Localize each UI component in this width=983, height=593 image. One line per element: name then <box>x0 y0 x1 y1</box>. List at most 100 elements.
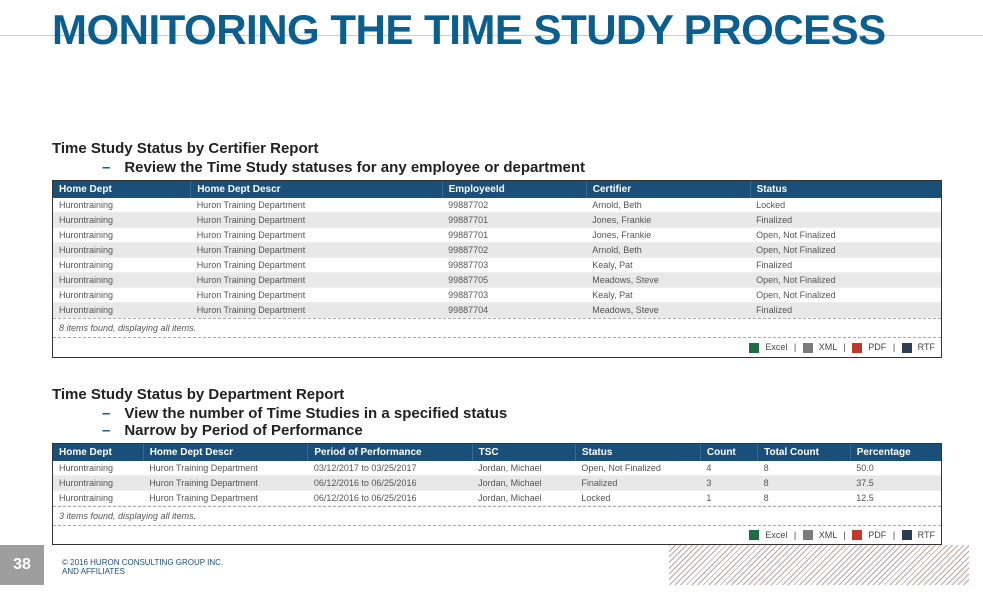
table-cell: Huron Training Department <box>191 198 442 213</box>
table-cell: Finalized <box>750 258 941 273</box>
table-cell: 12.5 <box>850 490 941 505</box>
th: Status <box>750 181 941 198</box>
section1-header: Time Study Status by Certifier Report <box>52 140 942 157</box>
table-cell: Finalized <box>750 213 941 228</box>
sep: | <box>893 530 898 540</box>
rtf-icon[interactable] <box>902 530 912 540</box>
section2-bullet2: – Narrow by Period of Performance <box>102 422 942 439</box>
table-cell: Hurontraining <box>53 213 191 228</box>
table-cell: 99887701 <box>442 213 586 228</box>
table-cell: 1 <box>700 490 757 505</box>
sep: | <box>893 342 898 352</box>
table-cell: Locked <box>575 490 700 505</box>
table-cell: Hurontraining <box>53 475 143 490</box>
rtf-link[interactable]: RTF <box>918 530 935 540</box>
table-row: HurontrainingHuron Training Department99… <box>53 258 941 273</box>
table-cell: 99887704 <box>442 303 586 318</box>
report1-table: Home Dept Home Dept Descr EmployeeId Cer… <box>53 181 941 318</box>
table-cell: Jordan, Michael <box>472 461 575 476</box>
section1-bullet-text: Review the Time Study statuses for any e… <box>124 159 585 176</box>
report1-box: Home Dept Home Dept Descr EmployeeId Cer… <box>52 180 942 358</box>
table-cell: Hurontraining <box>53 490 143 505</box>
sep: | <box>843 342 848 352</box>
xml-link[interactable]: XML <box>819 530 837 540</box>
table-row: HurontrainingHuron Training Department99… <box>53 213 941 228</box>
table-cell: 4 <box>700 461 757 476</box>
table-cell: Hurontraining <box>53 258 191 273</box>
sep: | <box>843 530 848 540</box>
pdf-link[interactable]: PDF <box>868 530 886 540</box>
table-cell: Huron Training Department <box>191 213 442 228</box>
sep: | <box>794 530 799 540</box>
table-cell: Open, Not Finalized <box>750 243 941 258</box>
table-cell: Jones, Frankie <box>586 213 750 228</box>
th: Certifier <box>586 181 750 198</box>
table-cell: Finalized <box>575 475 700 490</box>
table-cell: 03/12/2017 to 03/25/2017 <box>308 461 472 476</box>
table-row: HurontrainingHuron Training Department99… <box>53 198 941 213</box>
table-cell: Meadows, Steve <box>586 303 750 318</box>
excel-link[interactable]: Excel <box>765 530 787 540</box>
section2-bullet1-text: View the number of Time Studies in a spe… <box>124 405 507 422</box>
table-row: HurontrainingHuron Training Department99… <box>53 243 941 258</box>
table-row: HurontrainingHuron Training Department99… <box>53 273 941 288</box>
table-row: HurontrainingHuron Training Department99… <box>53 228 941 243</box>
table-row: HurontrainingHuron Training Department06… <box>53 475 941 490</box>
section1-bullet: – Review the Time Study statuses for any… <box>102 159 942 176</box>
table-cell: Meadows, Steve <box>586 273 750 288</box>
excel-icon[interactable] <box>749 343 759 353</box>
th: Home Dept <box>53 444 143 461</box>
xml-link[interactable]: XML <box>819 342 837 352</box>
section-certifier: Time Study Status by Certifier Report – … <box>52 140 942 358</box>
page-title: MONITORING THE TIME STUDY PROCESS <box>52 8 886 52</box>
th: Percentage <box>850 444 941 461</box>
rtf-link[interactable]: RTF <box>918 342 935 352</box>
table-cell: Huron Training Department <box>143 461 308 476</box>
rtf-icon[interactable] <box>902 343 912 353</box>
xml-icon[interactable] <box>803 343 813 353</box>
table-cell: Kealy, Pat <box>586 258 750 273</box>
table-cell: Open, Not Finalized <box>750 288 941 303</box>
sep: | <box>794 342 799 352</box>
table-cell: 99887701 <box>442 228 586 243</box>
section-department: Time Study Status by Department Report –… <box>52 386 942 546</box>
bullet-dash: – <box>102 422 110 439</box>
page-number: 38 <box>0 545 44 585</box>
main-content: Time Study Status by Certifier Report – … <box>52 140 942 563</box>
excel-link[interactable]: Excel <box>765 342 787 352</box>
report2-footer: 3 items found, displaying all items. <box>53 506 941 525</box>
table-cell: 8 <box>758 461 851 476</box>
table-cell: 8 <box>758 490 851 505</box>
pdf-link[interactable]: PDF <box>868 342 886 352</box>
table-cell: Open, Not Finalized <box>750 228 941 243</box>
table-cell: 99887705 <box>442 273 586 288</box>
export-row-2: Excel | XML | PDF | RTF <box>53 525 941 545</box>
table-cell: Jordan, Michael <box>472 490 575 505</box>
table-cell: 99887702 <box>442 198 586 213</box>
copyright-line1: © 2016 HURON CONSULTING GROUP INC. <box>62 558 223 568</box>
report2-table: Home Dept Home Dept Descr Period of Perf… <box>53 444 941 506</box>
xml-icon[interactable] <box>803 530 813 540</box>
table-cell: Huron Training Department <box>143 490 308 505</box>
section2-bullet2-text: Narrow by Period of Performance <box>124 422 362 439</box>
pdf-icon[interactable] <box>852 530 862 540</box>
section2-bullet1: – View the number of Time Studies in a s… <box>102 405 942 422</box>
table-cell: Finalized <box>750 303 941 318</box>
table-cell: 06/12/2016 to 06/25/2016 <box>308 490 472 505</box>
table-cell: Open, Not Finalized <box>575 461 700 476</box>
table-cell: Huron Training Department <box>191 303 442 318</box>
report1-header-row: Home Dept Home Dept Descr EmployeeId Cer… <box>53 181 941 198</box>
pdf-icon[interactable] <box>852 343 862 353</box>
table-row: HurontrainingHuron Training Department06… <box>53 490 941 505</box>
export-row: Excel | XML | PDF | RTF <box>53 337 941 357</box>
excel-icon[interactable] <box>749 530 759 540</box>
th: Home Dept Descr <box>191 181 442 198</box>
table-cell: 06/12/2016 to 06/25/2016 <box>308 475 472 490</box>
footer-hatch <box>669 545 969 585</box>
th: Total Count <box>758 444 851 461</box>
th: Home Dept <box>53 181 191 198</box>
table-cell: Hurontraining <box>53 288 191 303</box>
report1-footer: 8 items found, displaying all items. <box>53 318 941 337</box>
table-cell: 99887702 <box>442 243 586 258</box>
bullet-dash: – <box>102 405 110 422</box>
